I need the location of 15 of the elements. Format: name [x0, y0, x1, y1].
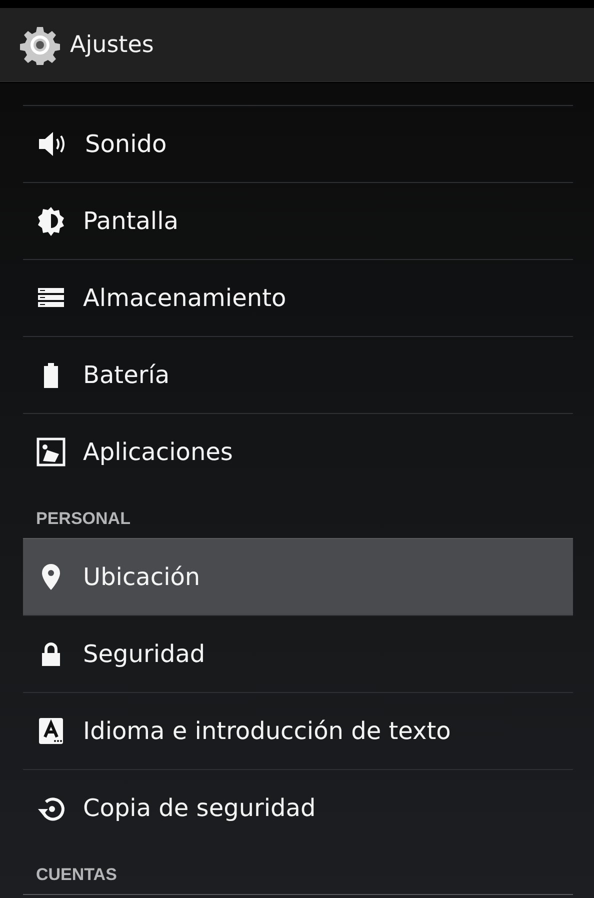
- settings-item[interactable]: Pantalla: [23, 183, 573, 259]
- settings-item[interactable]: Batería: [23, 337, 573, 413]
- section-header: CUENTAS: [35, 864, 118, 886]
- settings-item[interactable]: Idioma e introducción de texto: [23, 693, 573, 769]
- settings-item[interactable]: Almacenamiento: [23, 260, 573, 336]
- brightness-icon: [36, 206, 66, 236]
- settings-item[interactable]: Ubicación: [23, 539, 573, 615]
- settings-item[interactable]: Sonido: [23, 106, 573, 182]
- section-header: PERSONAL: [35, 508, 132, 530]
- settings-icon: [20, 24, 60, 64]
- settings-item[interactable]: Copia de seguridad: [23, 770, 573, 846]
- settings-item[interactable]: Aplicaciones: [23, 414, 573, 490]
- settings-item[interactable]: Seguridad: [23, 616, 573, 692]
- keyboard-icon: [36, 716, 66, 746]
- screen-title: Ajustes: [70, 32, 154, 58]
